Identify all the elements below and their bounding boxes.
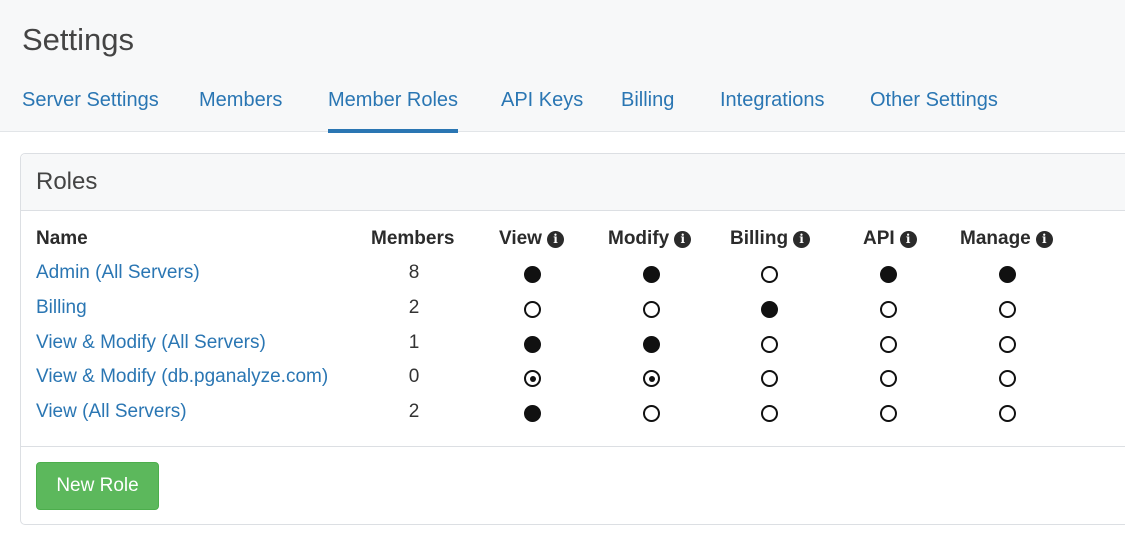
column-header-modify: Modify i [608, 228, 692, 250]
column-header-name: Name [36, 228, 88, 249]
role-member-count: 8 [408, 262, 420, 283]
role-name-link[interactable]: Admin (All Servers) [36, 262, 200, 284]
role-member-count: 0 [408, 366, 420, 387]
permission-api-radio[interactable] [880, 266, 897, 283]
role-member-count: 2 [408, 401, 420, 422]
info-circle-icon[interactable]: i [546, 231, 564, 248]
column-header-view: View i [499, 228, 564, 250]
panel-divider [21, 446, 1125, 447]
column-header-members: Members [371, 228, 455, 249]
permission-modify-radio[interactable] [643, 370, 660, 387]
column-header-billing: Billing i [730, 228, 811, 250]
info-circle-icon[interactable]: i [899, 231, 917, 248]
settings-tabs: Server Settings Members Member Roles API… [0, 86, 1125, 133]
permission-manage-radio[interactable] [999, 301, 1016, 318]
permission-manage-radio[interactable] [999, 336, 1016, 353]
info-circle-icon[interactable]: i [674, 231, 692, 248]
role-name-link[interactable]: View (All Servers) [36, 401, 187, 423]
permission-modify-radio[interactable] [643, 405, 660, 422]
permission-api-radio[interactable] [880, 301, 897, 318]
permission-api-radio[interactable] [880, 405, 897, 422]
role-member-count: 1 [408, 332, 420, 353]
permission-view-radio[interactable] [524, 301, 541, 318]
permission-modify-radio[interactable] [643, 301, 660, 318]
tab-members[interactable]: Members [199, 86, 282, 132]
roles-panel: Roles Name Members View i Modify i Billing… [20, 153, 1125, 525]
roles-panel-header: Roles [21, 154, 1125, 211]
tab-billing[interactable]: Billing [621, 86, 674, 132]
page-title: Settings [22, 22, 135, 57]
column-header-manage: Manage i [960, 228, 1053, 250]
permission-billing-radio[interactable] [761, 405, 778, 422]
permission-billing-radio[interactable] [761, 336, 778, 353]
permission-modify-radio[interactable] [643, 336, 660, 353]
permission-view-radio[interactable] [524, 405, 541, 422]
column-header-api: API i [863, 228, 917, 250]
info-circle-icon[interactable]: i [793, 231, 811, 248]
permission-modify-radio[interactable] [643, 266, 660, 283]
roles-panel-title: Roles [36, 168, 98, 195]
permission-api-radio[interactable] [880, 336, 897, 353]
role-name-link[interactable]: Billing [36, 297, 87, 319]
permission-manage-radio[interactable] [999, 266, 1016, 283]
permission-manage-radio[interactable] [999, 370, 1016, 387]
new-role-button[interactable]: New Role [36, 462, 159, 510]
permission-billing-radio[interactable] [761, 266, 778, 283]
role-member-count: 2 [408, 297, 420, 318]
tab-integrations[interactable]: Integrations [720, 86, 825, 132]
role-name-link[interactable]: View & Modify (All Servers) [36, 332, 266, 354]
role-name-link[interactable]: View & Modify (db.pganalyze.com) [36, 366, 328, 388]
info-circle-icon[interactable]: i [1035, 231, 1053, 248]
permission-manage-radio[interactable] [999, 405, 1016, 422]
permission-billing-radio[interactable] [761, 301, 778, 318]
permission-view-radio[interactable] [524, 336, 541, 353]
permission-billing-radio[interactable] [761, 370, 778, 387]
permission-view-radio[interactable] [524, 370, 541, 387]
tab-server-settings[interactable]: Server Settings [22, 86, 159, 132]
settings-header: Settings Server Settings Members Member … [0, 0, 1125, 133]
tab-member-roles[interactable]: Member Roles [328, 86, 459, 133]
tab-api-keys[interactable]: API Keys [501, 86, 583, 132]
permission-api-radio[interactable] [880, 370, 897, 387]
tab-other-settings[interactable]: Other Settings [870, 86, 998, 132]
permission-view-radio[interactable] [524, 266, 541, 283]
